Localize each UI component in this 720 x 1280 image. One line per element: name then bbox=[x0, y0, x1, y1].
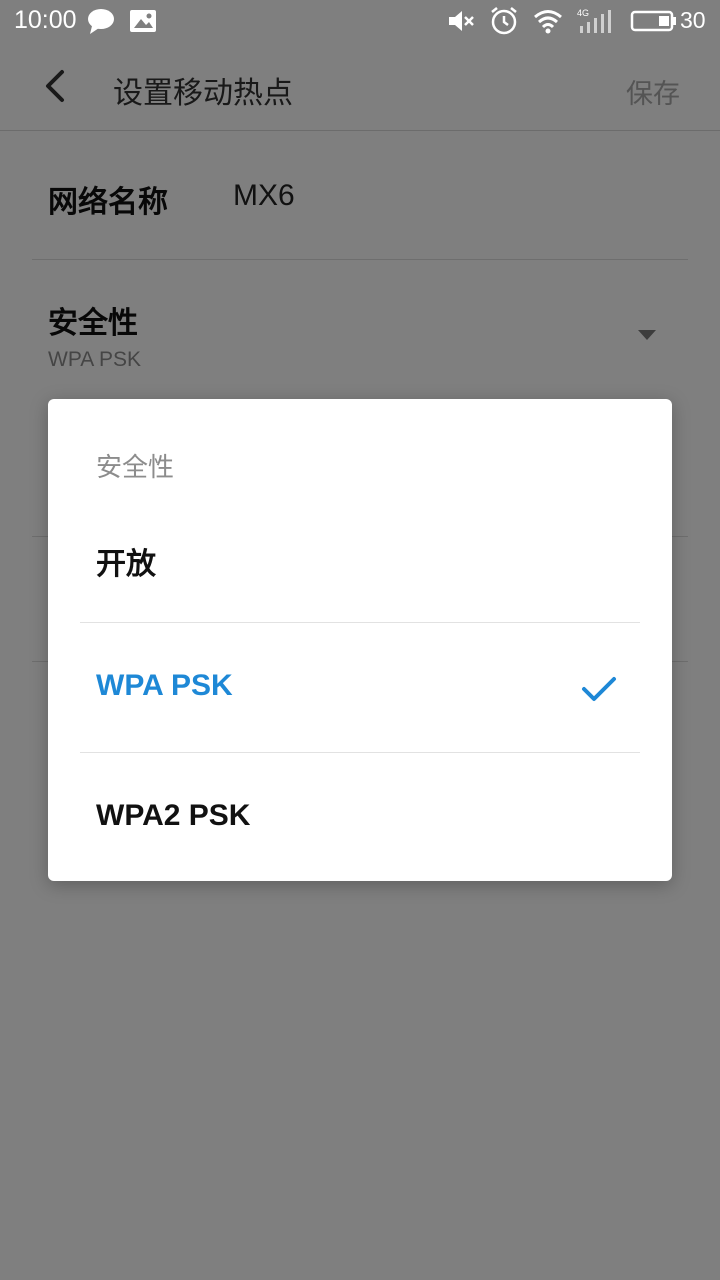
dialog-title: 安全性 bbox=[96, 453, 175, 483]
check-icon bbox=[582, 677, 616, 701]
signal-4g-icon: 4G bbox=[577, 8, 611, 33]
battery-icon bbox=[630, 10, 676, 32]
option-wpa2-psk[interactable]: WPA2 PSK bbox=[80, 753, 640, 881]
status-bar: 10:00 4G 30 bbox=[0, 0, 720, 44]
screen: 设置移动热点 保存 网络名称 MX6 安全性 WPA PSK 10:00 bbox=[0, 0, 720, 1280]
option-open[interactable]: 开放 bbox=[80, 495, 640, 623]
battery-level: 30 bbox=[680, 7, 706, 33]
option-label: WPA PSK bbox=[96, 669, 233, 702]
status-time: 10:00 bbox=[14, 6, 77, 34]
option-wpa-psk[interactable]: WPA PSK bbox=[80, 623, 640, 751]
wifi-icon bbox=[534, 10, 562, 34]
image-notification-icon bbox=[130, 10, 156, 32]
option-label: 开放 bbox=[96, 548, 156, 581]
alarm-icon bbox=[491, 7, 517, 35]
mute-icon bbox=[449, 11, 474, 31]
option-label: WPA2 PSK bbox=[96, 799, 251, 832]
chat-bubble-icon bbox=[88, 9, 114, 34]
security-dialog: 安全性 开放 WPA PSK WPA2 PSK bbox=[48, 399, 672, 881]
network-type-label: 4G bbox=[577, 8, 589, 18]
